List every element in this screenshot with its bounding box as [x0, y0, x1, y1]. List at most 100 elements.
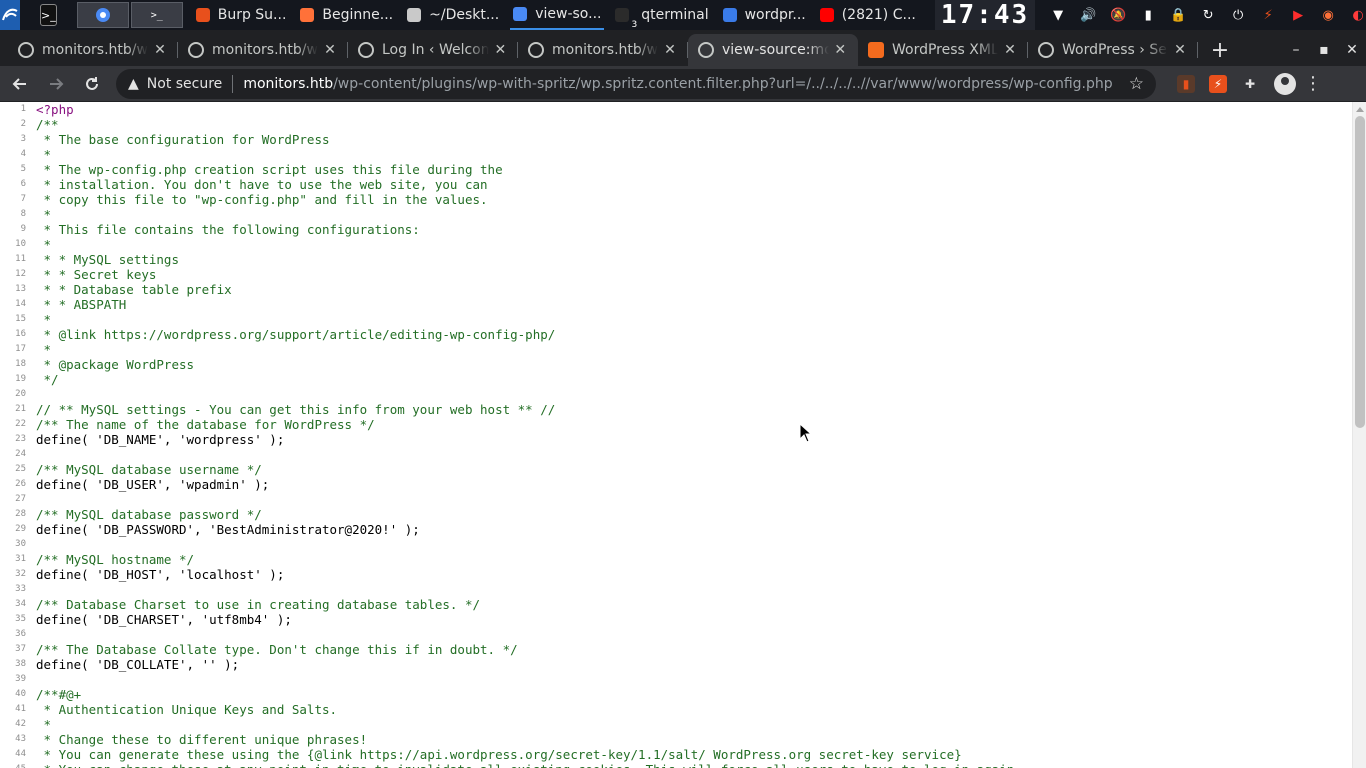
taskbar-task[interactable]: ~/Deskt...	[404, 0, 502, 30]
minimize-icon[interactable]: –	[1282, 42, 1310, 58]
taskbar-task[interactable]: view-so...	[510, 0, 605, 30]
line-code: define( 'DB_COLLATE', '' );	[36, 657, 240, 672]
tab-title: WordPress XML	[892, 42, 999, 58]
browser-tab[interactable]: monitors.htb/w ✕	[8, 34, 178, 66]
source-line: 39	[0, 672, 1352, 687]
browser-tab[interactable]: monitors.htb/w ✕	[178, 34, 348, 66]
line-number: 15	[15, 314, 26, 324]
line-code: define( 'DB_HOST', 'localhost' );	[36, 567, 285, 582]
source-line: 4 *	[0, 147, 1352, 162]
lock-screen-icon[interactable]: 🔒	[1169, 6, 1187, 24]
forward-button[interactable]	[40, 68, 72, 100]
tab-close-icon[interactable]: ✕	[662, 42, 678, 58]
tab-close-icon[interactable]: ✕	[1172, 42, 1188, 58]
source-line: 37 /** The Database Collate type. Don't c…	[0, 642, 1352, 657]
source-line: 35 define( 'DB_CHARSET', 'utf8mb4' );	[0, 612, 1352, 627]
scrollbar-thumb[interactable]	[1355, 116, 1365, 428]
terminal-icon	[615, 8, 630, 22]
reload-button[interactable]	[76, 68, 108, 100]
source-line: 44 * You can generate these using the {@…	[0, 747, 1352, 762]
burp-proxy-extension-icon[interactable]: ⚡	[1209, 74, 1227, 93]
kali-menu-icon[interactable]	[0, 0, 20, 30]
line-number: 10	[15, 239, 26, 249]
youtube-tray-icon[interactable]: ▶	[1289, 6, 1307, 24]
line-code: */	[36, 372, 59, 387]
tab-close-icon[interactable]: ✕	[152, 42, 168, 58]
new-tab-button[interactable]: +	[1202, 34, 1238, 66]
workspace-switcher[interactable]: >_	[76, 0, 185, 30]
workspace-1-chrome-icon[interactable]	[76, 2, 129, 28]
profile-avatar-icon[interactable]	[1274, 72, 1296, 95]
burp-tray-icon[interactable]: ⚡	[1259, 6, 1277, 24]
taskbar-task[interactable]: Burp Su...	[193, 0, 290, 30]
firefox-tray-icon[interactable]: ◉	[1319, 6, 1337, 24]
line-code: *	[36, 312, 52, 327]
scroll-up-arrow-icon[interactable]	[1356, 107, 1364, 112]
source-line: 16 * @link https://wordpress.org/support…	[0, 327, 1352, 342]
browser-tab[interactable]: WordPress XML ✕	[858, 34, 1028, 66]
maximize-icon[interactable]: ▪	[1310, 42, 1338, 58]
close-window-icon[interactable]: ✕	[1338, 42, 1366, 58]
line-code: /** The Database Collate type. Don't cha…	[36, 642, 518, 657]
taskbar-task[interactable]: 3 qterminal	[612, 0, 711, 30]
notifications-muted-icon[interactable]: 🔕	[1109, 6, 1127, 24]
wifi-icon[interactable]: ▼	[1049, 6, 1067, 24]
source-line: 12 * * Secret keys	[0, 267, 1352, 282]
line-code: define( 'DB_PASSWORD', 'BestAdministrato…	[36, 522, 420, 537]
source-line: 31 /** MySQL hostname */	[0, 552, 1352, 567]
source-line: 14 * * ABSPATH	[0, 297, 1352, 312]
warning-triangle-icon[interactable]: ▲	[128, 76, 139, 92]
browser-tab[interactable]: Log In ‹ Welcom ✕	[348, 34, 518, 66]
line-number: 23	[15, 434, 26, 444]
workspace-2-terminal-icon[interactable]: >_	[130, 2, 183, 28]
page-scrollbar[interactable]	[1352, 102, 1366, 768]
tab-close-icon[interactable]: ✕	[493, 42, 508, 58]
back-button[interactable]	[4, 68, 36, 100]
terminal-launcher-icon[interactable]: >_	[40, 4, 57, 26]
tab-close-icon[interactable]: ✕	[1002, 42, 1018, 58]
not-secure-label[interactable]: Not secure	[147, 76, 223, 92]
line-code: * @link https://wordpress.org/support/ar…	[36, 327, 556, 342]
extensions-puzzle-icon[interactable]: ✚	[1241, 75, 1259, 93]
line-code: * You can generate these using the {@lin…	[36, 747, 962, 762]
url-host[interactable]: monitors.htb	[243, 76, 333, 92]
source-line: 42 *	[0, 717, 1352, 732]
line-number: 28	[15, 509, 26, 519]
source-line: 9 * This file contains the following con…	[0, 222, 1352, 237]
volume-icon[interactable]: 🔊	[1079, 6, 1097, 24]
mouse-cursor-icon	[799, 423, 813, 443]
taskbar-clock[interactable]: 17:43	[934, 0, 1036, 30]
youtube-icon	[819, 8, 834, 22]
taskbar-task-label: (2821) C...	[841, 7, 916, 23]
taskbar-task[interactable]: wordpr...	[720, 0, 809, 30]
bookmark-star-icon[interactable]: ☆	[1129, 74, 1144, 94]
browser-tab[interactable]: view-source:mo ✕	[688, 34, 858, 66]
battery-icon[interactable]: ▮	[1139, 6, 1157, 24]
line-code: define( 'DB_USER', 'wpadmin' );	[36, 477, 270, 492]
tab-close-icon[interactable]: ✕	[322, 42, 338, 58]
refresh-icon[interactable]: ↻	[1199, 6, 1217, 24]
firefox-icon	[300, 8, 315, 22]
burp-extension-icon[interactable]: ▮	[1177, 74, 1195, 93]
omnibox-divider	[232, 74, 234, 93]
source-line: 28 /** MySQL database password */	[0, 507, 1352, 522]
line-number: 4	[20, 149, 26, 159]
browser-menu-icon[interactable]: ⋮	[1304, 73, 1322, 94]
source-line: 41 * Authentication Unique Keys and Salt…	[0, 702, 1352, 717]
tab-title: Log In ‹ Welcom	[382, 42, 489, 58]
taskbar-task[interactable]: (2821) C...	[817, 0, 919, 30]
view-source-content[interactable]: 1 <?php 2/** 3 * The base configuration for…	[0, 102, 1352, 768]
line-number: 42	[15, 719, 26, 729]
power-icon[interactable]: ⏻	[1229, 6, 1247, 24]
line-code: * installation. You don't have to use th…	[36, 177, 488, 192]
line-code: define( 'DB_NAME', 'wordpress' );	[36, 432, 285, 447]
tab-title: monitors.htb/w	[212, 42, 318, 58]
browser-tab[interactable]: monitors.htb/w ✕	[518, 34, 688, 66]
tab-close-icon[interactable]: ✕	[833, 42, 848, 58]
kali-dragon-tray-icon[interactable]: ◐	[1349, 6, 1366, 24]
url-path[interactable]: /wp-content/plugins/wp-with-spritz/wp.sp…	[333, 76, 1113, 92]
browser-tab[interactable]: WordPress › Se ✕	[1028, 34, 1198, 66]
taskbar-task[interactable]: Beginne...	[297, 0, 396, 30]
address-bar[interactable]: ▲ Not secure monitors.htb/wp-content/plu…	[116, 68, 1156, 99]
line-code: /** MySQL database password */	[36, 507, 262, 522]
